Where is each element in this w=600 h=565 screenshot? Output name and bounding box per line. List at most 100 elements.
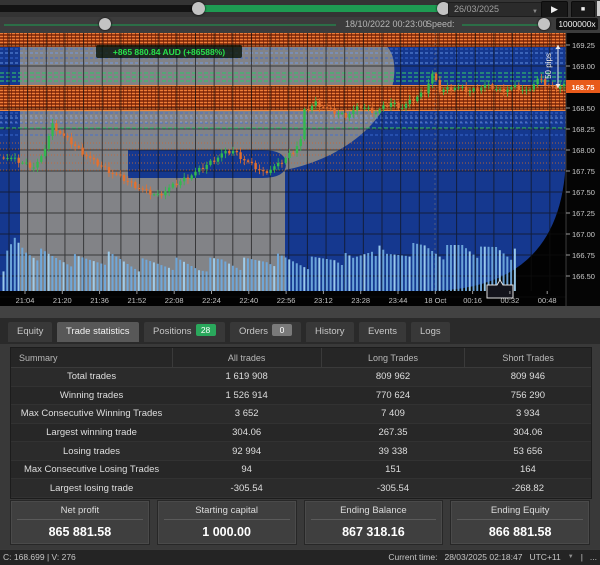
card-value: 866 881.58 (451, 520, 589, 539)
svg-text:22:56: 22:56 (277, 296, 296, 305)
svg-text:21:36: 21:36 (90, 296, 109, 305)
svg-text:168.25: 168.25 (572, 125, 595, 134)
svg-text:21:52: 21:52 (128, 296, 147, 305)
current-datetime-label: 18/10/2022 00:23:00 (345, 19, 428, 29)
table-cell: 3 652 (172, 405, 321, 424)
table-row: Winning trades1 526 914770 624756 290 (11, 386, 591, 405)
tab-label: Orders (239, 326, 268, 337)
svg-text:22:40: 22:40 (239, 296, 258, 305)
status-separator: | (581, 550, 583, 565)
current-price-tag: 168.75 (566, 80, 600, 93)
table-cell: 267.35 (321, 423, 465, 442)
bottom-panel-tabbar: Equity Trade statistics Positions 28 Orders 0… (0, 318, 600, 344)
trade-statistics-panel: SummaryAll tradesLong TradesShort Trades… (10, 347, 592, 499)
svg-text:23:28: 23:28 (351, 296, 370, 305)
table-cell: 39 338 (321, 442, 465, 461)
tab-count-badge: 28 (196, 324, 216, 336)
speed-value[interactable]: 1000000x (556, 18, 598, 30)
table-cell: 3 934 (465, 405, 591, 424)
date-dropdown-value: 26/03/2025 (454, 4, 499, 14)
tab-events[interactable]: Events (359, 322, 406, 342)
current-time-label: Current time: (388, 550, 437, 565)
quote-status-label: C: 168.699 | V: 276 (3, 550, 76, 565)
trade-statistics-table: SummaryAll tradesLong TradesShort Trades… (11, 348, 591, 498)
tab-label: Events (368, 326, 397, 337)
speed-slider-handle[interactable] (538, 18, 550, 30)
summary-card-starting-capital: Starting capital1 000.00 (157, 500, 297, 545)
table-cell: Max Consecutive Winning Trades (11, 405, 172, 424)
chevron-down-icon[interactable]: ▼ (568, 550, 574, 565)
svg-text:167.25: 167.25 (572, 209, 595, 218)
card-label: Net profit (17, 501, 143, 520)
card-value: 1 000.00 (158, 520, 296, 539)
card-label: Ending Balance (311, 501, 437, 520)
stop-button[interactable]: ■ (571, 1, 595, 18)
svg-text:18 Oct: 18 Oct (424, 296, 447, 305)
tab-orders[interactable]: Orders 0 (230, 322, 301, 342)
play-icon: ▶ (551, 4, 558, 14)
timezone-selector[interactable]: UTC+11 (529, 550, 560, 565)
svg-text:00:32: 00:32 (501, 296, 520, 305)
summary-card-ending-balance: Ending Balance867 318.16 (304, 500, 444, 545)
svg-text:21:20: 21:20 (53, 296, 72, 305)
table-cell: 304.06 (465, 423, 591, 442)
table-cell: Largest winning trade (11, 423, 172, 442)
tab-positions[interactable]: Positions 28 (144, 322, 225, 342)
profit-badge: +865 880.84 AUD (+86588%) (96, 45, 242, 58)
table-cell: 1 619 908 (172, 368, 321, 387)
summary-card-ending-equity: Ending Equity866 881.58 (450, 500, 590, 545)
date-dropdown[interactable]: 26/03/2025 ▼ (448, 2, 543, 17)
tab-logs[interactable]: Logs (411, 322, 450, 342)
table-cell: 770 624 (321, 386, 465, 405)
card-label: Ending Equity (457, 501, 583, 520)
table-cell: 756 290 (465, 386, 591, 405)
tab-label: Positions (153, 326, 192, 337)
svg-text:168.75: 168.75 (572, 83, 595, 92)
svg-text:22:08: 22:08 (165, 296, 184, 305)
column-header: Summary (11, 348, 172, 368)
playback-range-start-handle[interactable] (192, 2, 205, 15)
table-cell: 151 (321, 460, 465, 479)
svg-text:22:24: 22:24 (202, 296, 221, 305)
tab-trade-statistics[interactable]: Trade statistics (57, 322, 139, 342)
speed-slider-track[interactable] (462, 24, 544, 26)
svg-text:166.75: 166.75 (572, 251, 595, 260)
time-slider-handle[interactable] (99, 18, 111, 30)
tab-count-badge: 0 (272, 324, 292, 336)
time-speed-toolbar: 18/10/2022 00:23:00 Speed: 1000000x (0, 17, 600, 33)
svg-text:167.75: 167.75 (572, 167, 595, 176)
svg-text:167.00: 167.00 (572, 230, 595, 239)
tab-equity[interactable]: Equity (8, 322, 52, 342)
table-cell: Largest losing trade (11, 479, 172, 498)
table-row: Max Consecutive Losing Trades94151164 (11, 460, 591, 479)
table-row: Max Consecutive Winning Trades3 6527 409… (11, 405, 591, 424)
svg-text:50 pips: 50 pips (544, 53, 553, 79)
table-cell: -268.82 (465, 479, 591, 498)
svg-text:168.50: 168.50 (572, 104, 595, 113)
tab-label: Equity (17, 326, 43, 337)
play-button[interactable]: ▶ (541, 1, 568, 18)
table-cell: Losing trades (11, 442, 172, 461)
tab-history[interactable]: History (306, 322, 354, 342)
stop-icon: ■ (581, 6, 585, 13)
current-time-value: 28/03/2025 02:18:47 (444, 550, 522, 565)
svg-text:00:16: 00:16 (463, 296, 482, 305)
table-cell: 809 962 (321, 368, 465, 387)
time-slider-track[interactable] (4, 24, 336, 26)
column-header: Short Trades (465, 348, 591, 368)
svg-text:00:48: 00:48 (538, 296, 557, 305)
table-cell: 1 526 914 (172, 386, 321, 405)
status-more-button[interactable]: ... (590, 550, 597, 565)
tab-label: History (315, 326, 345, 337)
svg-text:169.25: 169.25 (572, 41, 595, 50)
table-cell: 7 409 (321, 405, 465, 424)
table-cell: Total trades (11, 368, 172, 387)
table-cell: Max Consecutive Losing Trades (11, 460, 172, 479)
svg-text:23:44: 23:44 (389, 296, 408, 305)
summary-cards: Net profit865 881.58Starting capital1 00… (10, 500, 590, 545)
price-chart[interactable]: +865 880.84 AUD (+86588%) 50 pips 169.25 16… (0, 33, 600, 306)
playback-toolbar: 26/03/2025 ▼ ▶ ■ (0, 0, 600, 17)
price-axis: 169.25169.00168.50168.25168.00167.75167.… (566, 33, 600, 306)
svg-text:166.50: 166.50 (572, 272, 595, 281)
table-cell: 94 (172, 460, 321, 479)
